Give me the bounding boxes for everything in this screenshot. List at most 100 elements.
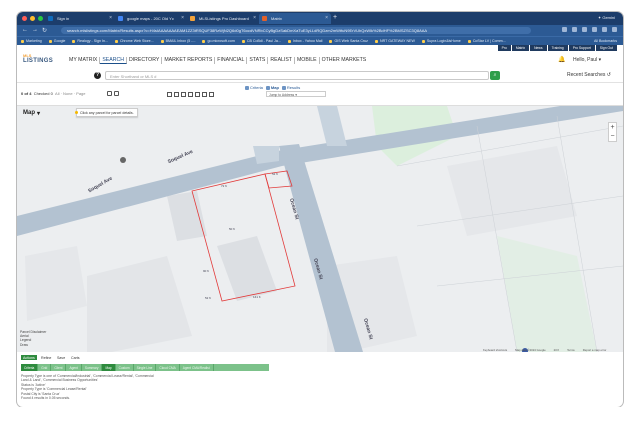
- road-north: [317, 106, 347, 146]
- display-agent[interactable]: Agent: [66, 364, 82, 371]
- forward-icon[interactable]: →: [32, 27, 38, 33]
- uncheck-icon[interactable]: [114, 91, 119, 96]
- nav-market-reports[interactable]: MARKET REPORTS: [162, 57, 216, 64]
- tab-results[interactable]: Results: [281, 85, 300, 90]
- bookmark-item[interactable]: go.microsoft.com: [202, 39, 235, 43]
- minimize-window-icon[interactable]: [30, 16, 35, 21]
- display-single-line[interactable]: Single Line: [134, 364, 157, 371]
- tab-mls-dashboard[interactable]: MLSListings Pro Dashboard ×: [187, 13, 259, 24]
- help-icon[interactable]: ?: [94, 72, 101, 79]
- bookmark-item[interactable]: Google: [48, 39, 65, 43]
- clear-icon[interactable]: [195, 92, 200, 97]
- search-button[interactable]: ⌕: [490, 71, 500, 80]
- bookmark-item[interactable]: CoStar LV | Comm...: [467, 39, 506, 43]
- close-tab-icon[interactable]: ×: [109, 15, 112, 21]
- display-grid[interactable]: Grid: [38, 364, 52, 371]
- save-button[interactable]: Save: [55, 355, 67, 360]
- top-link-news[interactable]: News: [530, 45, 547, 51]
- close-window-icon[interactable]: [22, 16, 27, 21]
- bookmark-item[interactable]: BMAIL Inbox (5 -...: [160, 39, 195, 43]
- nav-financial[interactable]: FINANCIAL: [215, 57, 248, 64]
- recent-searches-button[interactable]: Recent Searches ↺: [567, 72, 611, 78]
- tab-criteria[interactable]: Criteria: [245, 85, 263, 90]
- zoom-in-button[interactable]: +: [609, 123, 616, 132]
- search-criteria-summary: Property Type is one of 'Commercial/Indu…: [21, 374, 154, 400]
- profile-avatar-icon[interactable]: [602, 27, 607, 32]
- bookmark-item[interactable]: Inbox - Yahoo Mail: [287, 39, 322, 43]
- nav-search[interactable]: SEARCH: [100, 57, 127, 64]
- zoom-out-button[interactable]: −: [609, 132, 616, 141]
- site-icon: [72, 39, 76, 43]
- selection-links[interactable]: All · None · Page: [55, 91, 85, 96]
- parcel-outline[interactable]: [264, 170, 293, 189]
- nav-directory[interactable]: DIRECTORY: [127, 57, 163, 64]
- new-tab-button[interactable]: +: [333, 14, 337, 21]
- print-icon[interactable]: [209, 92, 214, 97]
- nav-mobile[interactable]: MOBILE: [295, 57, 320, 64]
- refine-button[interactable]: Refine: [39, 355, 53, 360]
- map-svg[interactable]: [17, 106, 623, 352]
- logo-listings: LISTINGS: [23, 58, 54, 64]
- draw-link[interactable]: Draw: [20, 343, 46, 347]
- carts-button[interactable]: Carts: [69, 355, 82, 360]
- user-greeting[interactable]: Hello, Paul ▾: [573, 57, 601, 63]
- display-agent-cma[interactable]: Agent CMA/Realist: [180, 364, 214, 371]
- display-custom[interactable]: Custom: [116, 364, 134, 371]
- tab-sign-in[interactable]: Sign in ×: [45, 13, 115, 24]
- display-map[interactable]: Map: [102, 364, 116, 371]
- layers-icon[interactable]: [202, 92, 207, 97]
- nav-other-markets[interactable]: OTHER MARKETS: [320, 57, 369, 64]
- display-summary[interactable]: Summary: [82, 364, 103, 371]
- mls-listings-logo[interactable]: MLS LISTINGS: [23, 53, 59, 67]
- extension-icon[interactable]: [592, 27, 597, 32]
- bookmark-item[interactable]: Realogy - Sign In...: [72, 39, 108, 43]
- display-cloud-cma[interactable]: Cloud CMA: [156, 364, 180, 371]
- extension-icon[interactable]: [572, 27, 577, 32]
- bookmark-item[interactable]: CB CoBdi - Paul Ja...: [241, 39, 281, 43]
- reload-icon[interactable]: ↻: [42, 27, 47, 34]
- search-input[interactable]: Enter Shorthand or MLS #: [105, 71, 489, 80]
- bookmark-item[interactable]: Chrome Web Store...: [114, 39, 154, 43]
- tab-google-maps[interactable]: google maps - 20C Old Yc ×: [115, 13, 187, 24]
- tab-matrix[interactable]: Matrix ×: [259, 13, 331, 24]
- bookmark-star-icon[interactable]: [562, 27, 567, 32]
- maximize-window-icon[interactable]: [38, 16, 43, 21]
- close-tab-icon[interactable]: ×: [181, 15, 184, 21]
- crosshair-icon[interactable]: [167, 92, 172, 97]
- check-icon[interactable]: [107, 91, 112, 96]
- chevron-down-icon[interactable]: ▾: [37, 110, 40, 117]
- display-criteria[interactable]: Criteria: [21, 364, 39, 371]
- extension-icon[interactable]: [582, 27, 587, 32]
- jump-to-address-select[interactable]: Jump to Address ▾: [266, 91, 326, 97]
- rectangle-icon[interactable]: [181, 92, 186, 97]
- nav-stats[interactable]: STATS: [247, 57, 269, 64]
- radius-icon[interactable]: [188, 92, 193, 97]
- tab-label: Map: [270, 85, 279, 90]
- back-icon[interactable]: ←: [22, 27, 28, 33]
- top-link-pro[interactable]: Pro: [497, 45, 511, 51]
- bookmark-item[interactable]: NRT GATEWAY NEW: [374, 39, 415, 43]
- top-link-training[interactable]: Training: [547, 45, 568, 51]
- url-field[interactable]: search.mlslistings.com/Matrix/Results.as…: [61, 27, 531, 34]
- actions-button[interactable]: Actions: [21, 355, 37, 360]
- bookmark-item[interactable]: Supra Login&lsHome: [421, 39, 461, 43]
- close-tab-icon[interactable]: ×: [325, 15, 328, 21]
- nav-my-matrix[interactable]: MY MATRIX: [67, 57, 101, 64]
- bookmark-item[interactable]: GIS Web Santa Cruz: [329, 39, 368, 43]
- display-client[interactable]: Client: [51, 364, 67, 371]
- top-link-pro-support[interactable]: Pro Support: [568, 45, 595, 51]
- polygon-icon[interactable]: [174, 92, 179, 97]
- tab-map[interactable]: Map: [265, 85, 279, 90]
- bookmark-item[interactable]: Marketing: [21, 39, 42, 43]
- close-tab-icon[interactable]: ×: [253, 15, 256, 21]
- menu-icon[interactable]: [612, 27, 617, 32]
- top-link-sign-out[interactable]: Sign Out: [595, 45, 617, 51]
- nav-realist[interactable]: REALIST: [268, 57, 295, 64]
- top-link-matrix[interactable]: Matrix: [511, 45, 530, 51]
- profile-gemini[interactable]: ✦ Gemini: [598, 15, 615, 20]
- parcel-dimension: 50 ft: [229, 227, 235, 231]
- transit-stop-icon[interactable]: [120, 157, 126, 163]
- all-bookmarks[interactable]: All Bookmarks: [594, 39, 617, 43]
- bell-icon[interactable]: 🔔: [558, 56, 565, 63]
- map-canvas[interactable]: Soquel Ave Soquel Ave Ocean St Ocean St …: [17, 106, 623, 352]
